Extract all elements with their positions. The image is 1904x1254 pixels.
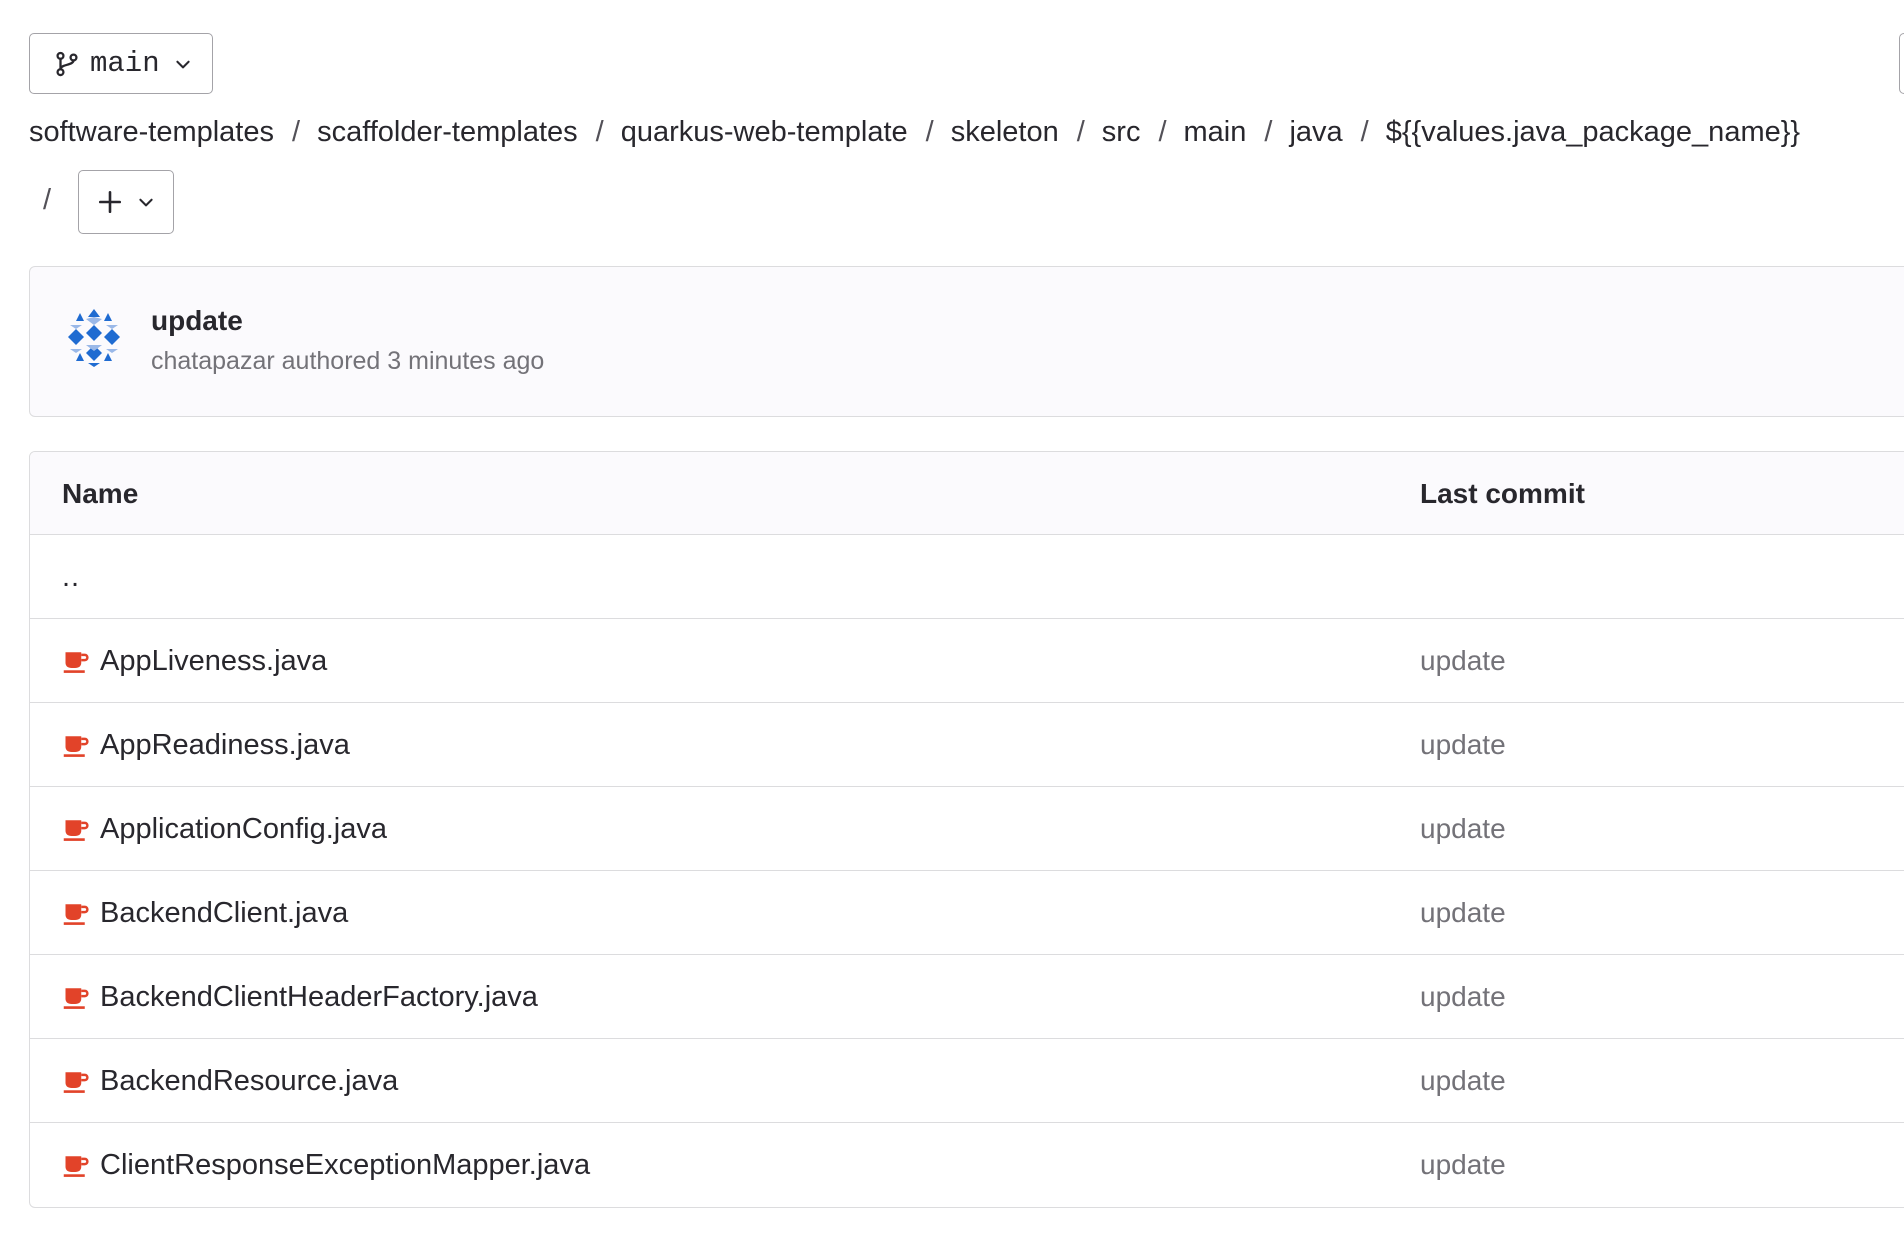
chevron-down-icon: [175, 60, 190, 68]
table-row[interactable]: BackendClient.java update: [30, 871, 1904, 955]
file-name-link[interactable]: BackendResource.java: [62, 1039, 398, 1123]
breadcrumb-separator: /: [925, 116, 934, 148]
breadcrumb-item-scaffolder-templates[interactable]: scaffolder-templates: [317, 116, 578, 149]
branch-icon: [56, 51, 78, 76]
last-commit-message[interactable]: update: [1420, 955, 1506, 1039]
breadcrumb-separator: /: [292, 116, 301, 148]
file-name-link[interactable]: ApplicationConfig.java: [62, 787, 387, 871]
last-commit-panel: update chatapazar authored 3 minutes ago: [29, 266, 1904, 417]
branch-selector[interactable]: main: [29, 33, 213, 94]
commit-meta: chatapazar authored 3 minutes ago: [151, 347, 545, 375]
breadcrumb-item-main[interactable]: main: [1184, 116, 1247, 149]
table-row[interactable]: ApplicationConfig.java update: [30, 787, 1904, 871]
file-table: Name Last commit .. AppLiveness.java upda…: [29, 451, 1904, 1208]
file-name-link[interactable]: AppLiveness.java: [62, 619, 327, 703]
breadcrumb-item-java[interactable]: java: [1289, 116, 1342, 149]
column-header-name: Name: [62, 478, 139, 509]
last-commit-message[interactable]: update: [1420, 1039, 1506, 1123]
java-file-icon: [63, 988, 89, 1009]
java-file-icon: [63, 1156, 89, 1177]
file-name-link[interactable]: BackendClientHeaderFactory.java: [62, 955, 538, 1039]
breadcrumb: software-templates / scaffolder-template…: [29, 116, 1800, 149]
breadcrumb-separator: /: [595, 116, 604, 148]
add-file-dropdown-button[interactable]: [78, 170, 174, 234]
java-file-icon: [63, 652, 89, 673]
table-row-parent[interactable]: ..: [30, 535, 1904, 619]
breadcrumb-separator: /: [1076, 116, 1085, 148]
breadcrumb-item-quarkus-web-template[interactable]: quarkus-web-template: [621, 116, 908, 149]
breadcrumb-row-2: /: [43, 184, 51, 217]
file-name-link[interactable]: AppReadiness.java: [62, 703, 350, 787]
breadcrumb-item-skeleton[interactable]: skeleton: [951, 116, 1059, 149]
table-row[interactable]: AppLiveness.java update: [30, 619, 1904, 703]
file-name: ApplicationConfig.java: [100, 812, 387, 845]
breadcrumb-separator: /: [1360, 116, 1369, 148]
plus-icon: [98, 190, 122, 214]
commit-title[interactable]: update: [151, 305, 243, 337]
file-name: BackendResource.java: [100, 1064, 399, 1097]
file-name: BackendClient.java: [100, 896, 349, 929]
breadcrumb-separator: /: [43, 184, 52, 216]
file-name-link[interactable]: BackendClient.java: [62, 871, 348, 955]
table-header: Name Last commit: [30, 452, 1904, 535]
column-header-last-commit: Last commit: [1420, 478, 1585, 509]
chevron-down-icon: [139, 198, 153, 207]
file-name: AppLiveness.java: [100, 644, 328, 677]
java-file-icon: [63, 820, 89, 841]
file-name-link[interactable]: ClientResponseExceptionMapper.java: [62, 1123, 590, 1207]
last-commit-message[interactable]: update: [1420, 787, 1506, 871]
last-commit-message[interactable]: update: [1420, 871, 1506, 955]
breadcrumb-separator: /: [1264, 116, 1273, 148]
table-row[interactable]: ClientResponseExceptionMapper.java update: [30, 1123, 1904, 1207]
branch-name: main: [90, 47, 160, 80]
java-file-icon: [63, 1072, 89, 1093]
repository-file-browser: main software-templates / scaffolder-tem…: [0, 0, 1904, 1254]
table-row[interactable]: BackendClientHeaderFactory.java update: [30, 955, 1904, 1039]
table-row[interactable]: BackendResource.java update: [30, 1039, 1904, 1123]
java-file-icon: [63, 736, 89, 757]
breadcrumb-separator: /: [1158, 116, 1167, 148]
parent-directory-link[interactable]: ..: [62, 535, 80, 619]
table-row[interactable]: AppReadiness.java update: [30, 703, 1904, 787]
avatar[interactable]: [62, 305, 126, 369]
last-commit-message[interactable]: update: [1420, 1123, 1506, 1207]
breadcrumb-item-package[interactable]: ${{values.java_package_name}}: [1386, 116, 1800, 149]
breadcrumb-item-src[interactable]: src: [1102, 116, 1141, 149]
file-name: ClientResponseExceptionMapper.java: [100, 1148, 591, 1181]
toolbar-button-partial[interactable]: [1899, 33, 1904, 94]
java-file-icon: [63, 904, 89, 925]
breadcrumb-item-software-templates[interactable]: software-templates: [29, 116, 274, 149]
parent-directory-label: ..: [62, 560, 81, 593]
file-name: AppReadiness.java: [100, 728, 350, 761]
file-name: BackendClientHeaderFactory.java: [100, 980, 538, 1013]
last-commit-message[interactable]: update: [1420, 619, 1506, 703]
last-commit-message[interactable]: update: [1420, 703, 1506, 787]
